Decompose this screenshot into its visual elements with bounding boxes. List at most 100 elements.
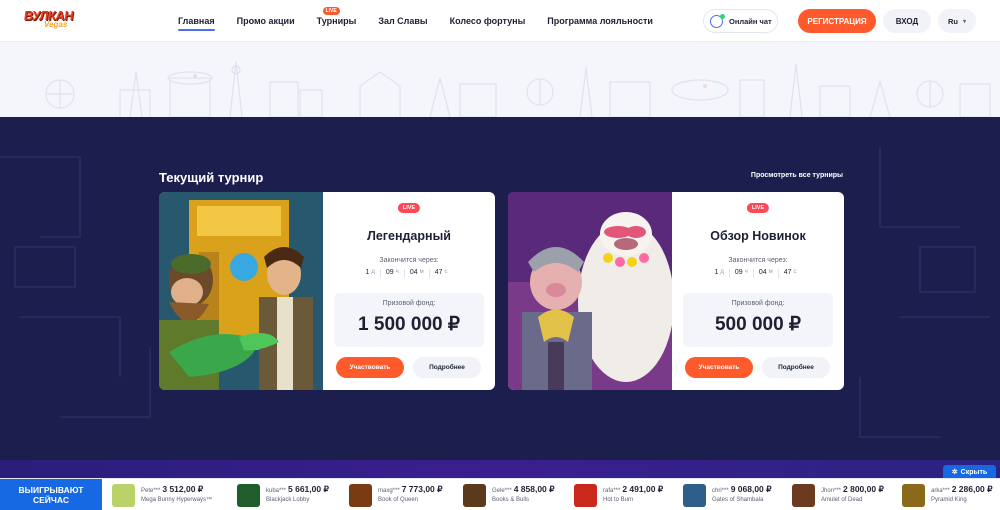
- game-thumbnail: [463, 483, 486, 507]
- ticker-title: ВЫИГРЫВАЮТ СЕЙЧАС: [0, 479, 102, 510]
- divider: [752, 269, 754, 278]
- game-thumbnail: [237, 483, 260, 507]
- register-button[interactable]: РЕГИСТРАЦИЯ: [798, 9, 876, 33]
- timer-days: 1: [714, 269, 719, 276]
- win-amount: 2 800,00 ₽: [843, 484, 884, 494]
- tournaments-section: Текущий турнир Просмотреть все турниры L…: [0, 117, 1000, 460]
- winner-text: kuba*** 5 661,00 ₽ Blackjack Lobby: [266, 485, 329, 505]
- ends-label: Закончится через:: [728, 257, 788, 264]
- winner-item[interactable]: Pete*** 3 512,00 ₽ Mega Bunny Hyperways™: [112, 483, 212, 507]
- winner-user: Jhon***: [821, 488, 842, 494]
- win-amount: 9 068,00 ₽: [730, 484, 772, 494]
- winner-text: Gele*** 4 858,00 ₽ Books & Bulls: [492, 485, 555, 505]
- winner-user: maxg***: [378, 488, 400, 494]
- winner-item[interactable]: arka*** 2 286,00 ₽ Pyramid King: [902, 483, 993, 507]
- timer-minutes: 04: [409, 269, 418, 276]
- winner-user: rafa***: [603, 488, 621, 494]
- tournament-details-button[interactable]: Подробнее: [762, 357, 830, 378]
- game-thumbnail: [902, 483, 925, 507]
- nav-item-promo[interactable]: Промо акции: [237, 0, 295, 42]
- game-name: Mega Bunny Hyperways™: [141, 497, 213, 503]
- tournament-info: LIVE Легендарный Закончится через: 1д 09…: [323, 192, 495, 390]
- ticker-title-line: СЕЙЧАС: [33, 495, 69, 505]
- prize-box: Призовой фонд: 1 500 000 ₽: [334, 293, 484, 347]
- timer-hours: 09: [385, 269, 394, 276]
- winner-user: chri***: [712, 488, 729, 494]
- timer-seconds: 47: [783, 269, 792, 276]
- online-chat-button[interactable]: Онлайн чат: [703, 9, 778, 33]
- game-name: Book of Queen: [378, 497, 419, 503]
- game-thumbnail: [683, 483, 706, 507]
- timer-unit: м: [419, 269, 424, 275]
- timer-unit: с: [793, 269, 797, 275]
- game-name: Gates of Shambala: [712, 497, 764, 503]
- win-amount: 5 661,00 ₽: [288, 484, 329, 494]
- game-thumbnail: [112, 483, 135, 507]
- nav-item-hall-of-fame[interactable]: Зал Славы: [378, 0, 427, 42]
- countdown-timer: 1д 09 ч 04 м 47 с: [323, 269, 495, 278]
- nav-item-wheel[interactable]: Колесо фортуны: [450, 0, 526, 42]
- language-select[interactable]: Ru ▾: [938, 9, 976, 33]
- ticker-title-line: ВЫИГРЫВАЮТ: [18, 485, 84, 495]
- timer-hours: 09: [734, 269, 743, 276]
- winners-ticker: ВЫИГРЫВАЮТ СЕЙЧАС Pete*** 3 512,00 ₽ Mega …: [0, 478, 1000, 510]
- win-amount: 2 286,00 ₽: [951, 484, 993, 494]
- winner-item[interactable]: Gele*** 4 858,00 ₽ Books & Bulls: [463, 483, 555, 507]
- hide-icon: ✲: [951, 469, 958, 476]
- tournament-card: LIVE Легендарный Закончится через: 1д 09…: [159, 192, 495, 390]
- timer-unit: м: [768, 269, 773, 275]
- winner-user: Pete***: [141, 488, 161, 494]
- timer-unit: с: [444, 269, 448, 275]
- join-tournament-button[interactable]: Участвовать: [685, 357, 753, 378]
- decorative-strip: [0, 460, 1000, 478]
- live-badge: LIVE: [322, 7, 340, 15]
- tournament-art: [159, 192, 323, 390]
- divider: [403, 269, 405, 278]
- winner-user: kuba***: [266, 488, 287, 494]
- winner-text: Pete*** 3 512,00 ₽ Mega Bunny Hyperways™: [141, 485, 212, 505]
- win-amount: 7 773,00 ₽: [401, 484, 443, 494]
- login-button[interactable]: ВХОД: [883, 9, 931, 33]
- join-tournament-button[interactable]: Участвовать: [336, 357, 404, 378]
- see-all-tournaments-link[interactable]: Просмотреть все турниры: [751, 172, 843, 179]
- nav-label: Турниры: [316, 16, 357, 26]
- game-name: Books & Bulls: [492, 497, 530, 503]
- chat-label: Онлайн чат: [729, 16, 772, 26]
- nav-label: Зал Славы: [378, 16, 428, 26]
- winner-item[interactable]: chri*** 9 068,00 ₽ Gates of Shambala: [683, 483, 772, 507]
- winner-text: rafa*** 2 491,00 ₽ Hot to Burn: [603, 485, 663, 505]
- nav-label: Программа лояльности: [547, 16, 653, 26]
- game-thumbnail: [792, 483, 815, 507]
- live-badge: LIVE: [746, 203, 770, 213]
- prize-label: Призовой фонд:: [382, 300, 436, 307]
- nav-item-loyalty[interactable]: Программа лояльности: [547, 0, 653, 42]
- prize-value: 500 000 ₽: [714, 314, 802, 335]
- skyline-illustration: [45, 61, 991, 117]
- main-nav: Главная Промо акции LIVE Турниры Зал Сла…: [178, 0, 675, 42]
- timer-unit: ч: [395, 269, 399, 275]
- game-name: Pyramid King: [931, 497, 967, 503]
- winner-item[interactable]: maxg*** 7 773,00 ₽ Book of Queen: [349, 483, 443, 507]
- divider: [728, 269, 730, 278]
- live-badge: LIVE: [397, 203, 421, 213]
- winner-item[interactable]: kuba*** 5 661,00 ₽ Blackjack Lobby: [237, 483, 329, 507]
- prize-value: 1 500 000 ₽: [358, 314, 460, 335]
- tournament-card: LIVE Обзор Новинок Закончится через: 1д …: [508, 192, 844, 390]
- nav-label: Колесо фортуны: [449, 16, 526, 26]
- nav-item-tournaments[interactable]: LIVE Турниры: [316, 0, 357, 42]
- winner-item[interactable]: Jhon*** 2 800,00 ₽ Amulet of Dead: [792, 483, 884, 507]
- win-amount: 4 858,00 ₽: [513, 484, 555, 494]
- divider: [777, 269, 779, 278]
- winner-text: Jhon*** 2 800,00 ₽ Amulet of Dead: [821, 485, 884, 505]
- chevron-down-icon: ▾: [962, 18, 966, 25]
- game-name: Blackjack Lobby: [266, 497, 310, 503]
- nav-item-home[interactable]: Главная: [178, 0, 215, 42]
- hide-ticker-button[interactable]: ✲ Скрыть: [943, 465, 996, 479]
- headset-icon: [710, 13, 725, 28]
- section-title: Текущий турнир: [159, 170, 264, 185]
- winner-item[interactable]: rafa*** 2 491,00 ₽ Hot to Burn: [574, 483, 663, 507]
- logo[interactable]: ВУЛКАН Vegas: [23, 8, 74, 36]
- tournament-details-button[interactable]: Подробнее: [413, 357, 481, 378]
- ends-label: Закончится через:: [379, 257, 439, 264]
- timer-seconds: 47: [434, 269, 443, 276]
